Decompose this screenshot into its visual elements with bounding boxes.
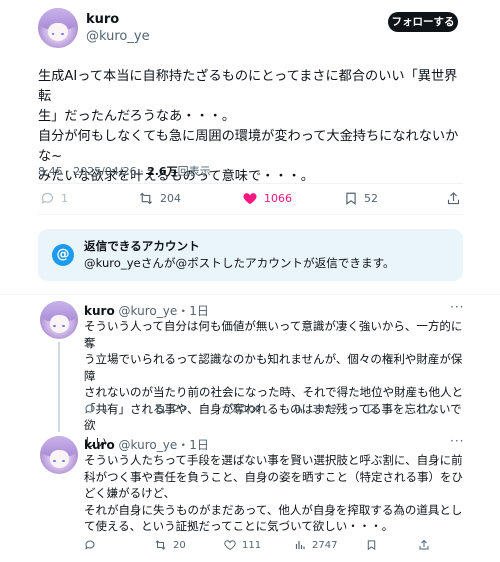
reply-reply-action[interactable]: 1 [84,403,108,415]
reply-author-handle[interactable]: @kuro_ye・1日 [119,438,209,452]
more-options-icon[interactable]: ··· [450,434,464,448]
author-handle[interactable]: @kuro_ye [86,29,150,44]
reply-notice-body: @kuro_yeさんが@ポストしたアカウントが返信できます。 [84,256,395,270]
reply-like-action[interactable]: 111 [224,539,261,551]
heart-icon [224,404,236,415]
at-sign-icon: @ [52,244,74,266]
thread-connector-line [58,342,60,432]
bookmark-action[interactable]: 52 [344,190,378,206]
reply-reply-action[interactable] [84,539,102,551]
tweet-timestamp[interactable]: 8:45 · 2025/04/26 · [38,165,147,178]
reply-share-action[interactable] [418,403,436,415]
divider [38,183,463,184]
reply-line: どく嫌がるけど、 [84,486,176,500]
bookmark-icon [367,540,376,551]
tweet-meta: 8:45 · 2025/04/26 · 2.6万回表示 [38,163,211,179]
author-name[interactable]: kuro [86,12,119,27]
reply-author-name[interactable]: kuro [84,438,115,452]
tweet-line: 生成AIって本当に自称持たざるものにとってまさに都合のいい「異世界転 [38,69,458,104]
reply-avatar[interactable] [40,436,78,474]
share-action[interactable] [446,190,467,206]
divider [0,294,500,295]
reply-like-action[interactable]: 106 [224,403,261,415]
reply-bookmark-action[interactable] [366,403,383,415]
reply-line: て使える、という証拠だってことに気づいて欲しい・・・。 [84,519,394,533]
tweet-line: 生」だったんだろうなあ・・・。 [38,109,236,124]
reply-line: 科がつく事や責任を負うこと、自身の姿を晒すこと（特定される事）をひ [84,469,464,484]
like-action[interactable]: 1066 [242,190,292,206]
reply-icon [85,404,95,414]
more-options-icon[interactable]: ··· [450,300,464,314]
reply-line: 「共有」される事や、自身が奪われるものはまだ残ってる事を忘れないで欲 [84,401,462,433]
repost-icon [155,540,166,550]
share-icon [419,403,429,414]
view-count: 2.6万 [147,165,178,178]
bookmark-icon [346,192,356,205]
tweet-line: 自分が何もしなくても急に周囲の環境が変わって大金持ちになれないかな~ [38,129,459,164]
reply-repost-action[interactable]: 20 [154,539,186,551]
reply-author-name[interactable]: kuro [84,304,115,318]
reply-count: 1 [102,403,109,415]
bookmark-count: 52 [364,191,378,205]
reply-line: そういう人って自分は何も価値が無いって意識が凄く強いから、一方的に奪 [84,319,463,350]
follow-button[interactable]: フォローする [388,12,458,32]
reply-line: それが自身に失うものがまだあって、他人が自身を搾取する為の道具とし [84,502,463,517]
reply-icon [41,192,54,204]
reply-views-action[interactable]: 3052 [294,403,337,415]
reply-share-action[interactable] [418,539,436,551]
reply-notice-title: 返信できるアカウント [84,239,200,253]
repost-icon [139,192,153,204]
author-avatar[interactable] [38,8,78,48]
repost-count: 204 [160,191,181,205]
reply-bookmark-action[interactable] [366,539,383,551]
views-chart-icon [295,541,305,549]
like-count: 1066 [264,191,292,205]
reply-line: う立場でいられるって認識なのかも知れませんが、個々の権利や財産が保障 [84,352,463,383]
reply-author-handle[interactable]: @kuro_ye・1日 [119,304,209,318]
bookmark-icon [367,404,376,415]
reply-text: そういう人たちって手段を選ばない事を賢い選択肢と呼ぶ割に、自身に前 科がつく事や… [84,452,464,535]
reply-line: そういう人たちって手段を選ばない事を賢い選択肢と呼ぶ割に、自身に前 [84,453,463,467]
share-icon [447,191,460,204]
reply-icon [85,540,95,550]
repost-icon [155,404,166,414]
divider [38,214,463,215]
reply-avatar[interactable] [40,301,78,339]
reply-views-action[interactable]: 2747 [294,539,337,551]
reply-header: kuro @kuro_ye・1日 [84,436,209,453]
share-icon [419,539,429,550]
reply-action[interactable]: 1 [40,190,68,206]
repost-action[interactable]: 204 [138,190,181,206]
views-chart-icon [295,405,305,413]
repost-count: 20 [173,403,186,415]
like-count: 111 [242,539,262,551]
heart-filled-icon [243,192,257,204]
views-count: 2747 [312,539,338,551]
reply-repost-action[interactable]: 20 [154,403,186,415]
heart-icon [224,540,236,551]
repost-count: 20 [173,539,186,551]
reply-header: kuro @kuro_ye・1日 [84,302,209,319]
view-label: 回表示 [177,165,211,178]
reply-line: されないのが当たり前の社会になった時、それで得た地位や財産も他人と [84,385,464,399]
reply-text: そういう人って自分は何も価値が無いって意識が凄く強いから、一方的に奪 う立場でい… [84,318,464,450]
reply-count: 1 [61,191,68,205]
views-count: 3052 [312,403,338,415]
like-count: 106 [242,403,262,415]
